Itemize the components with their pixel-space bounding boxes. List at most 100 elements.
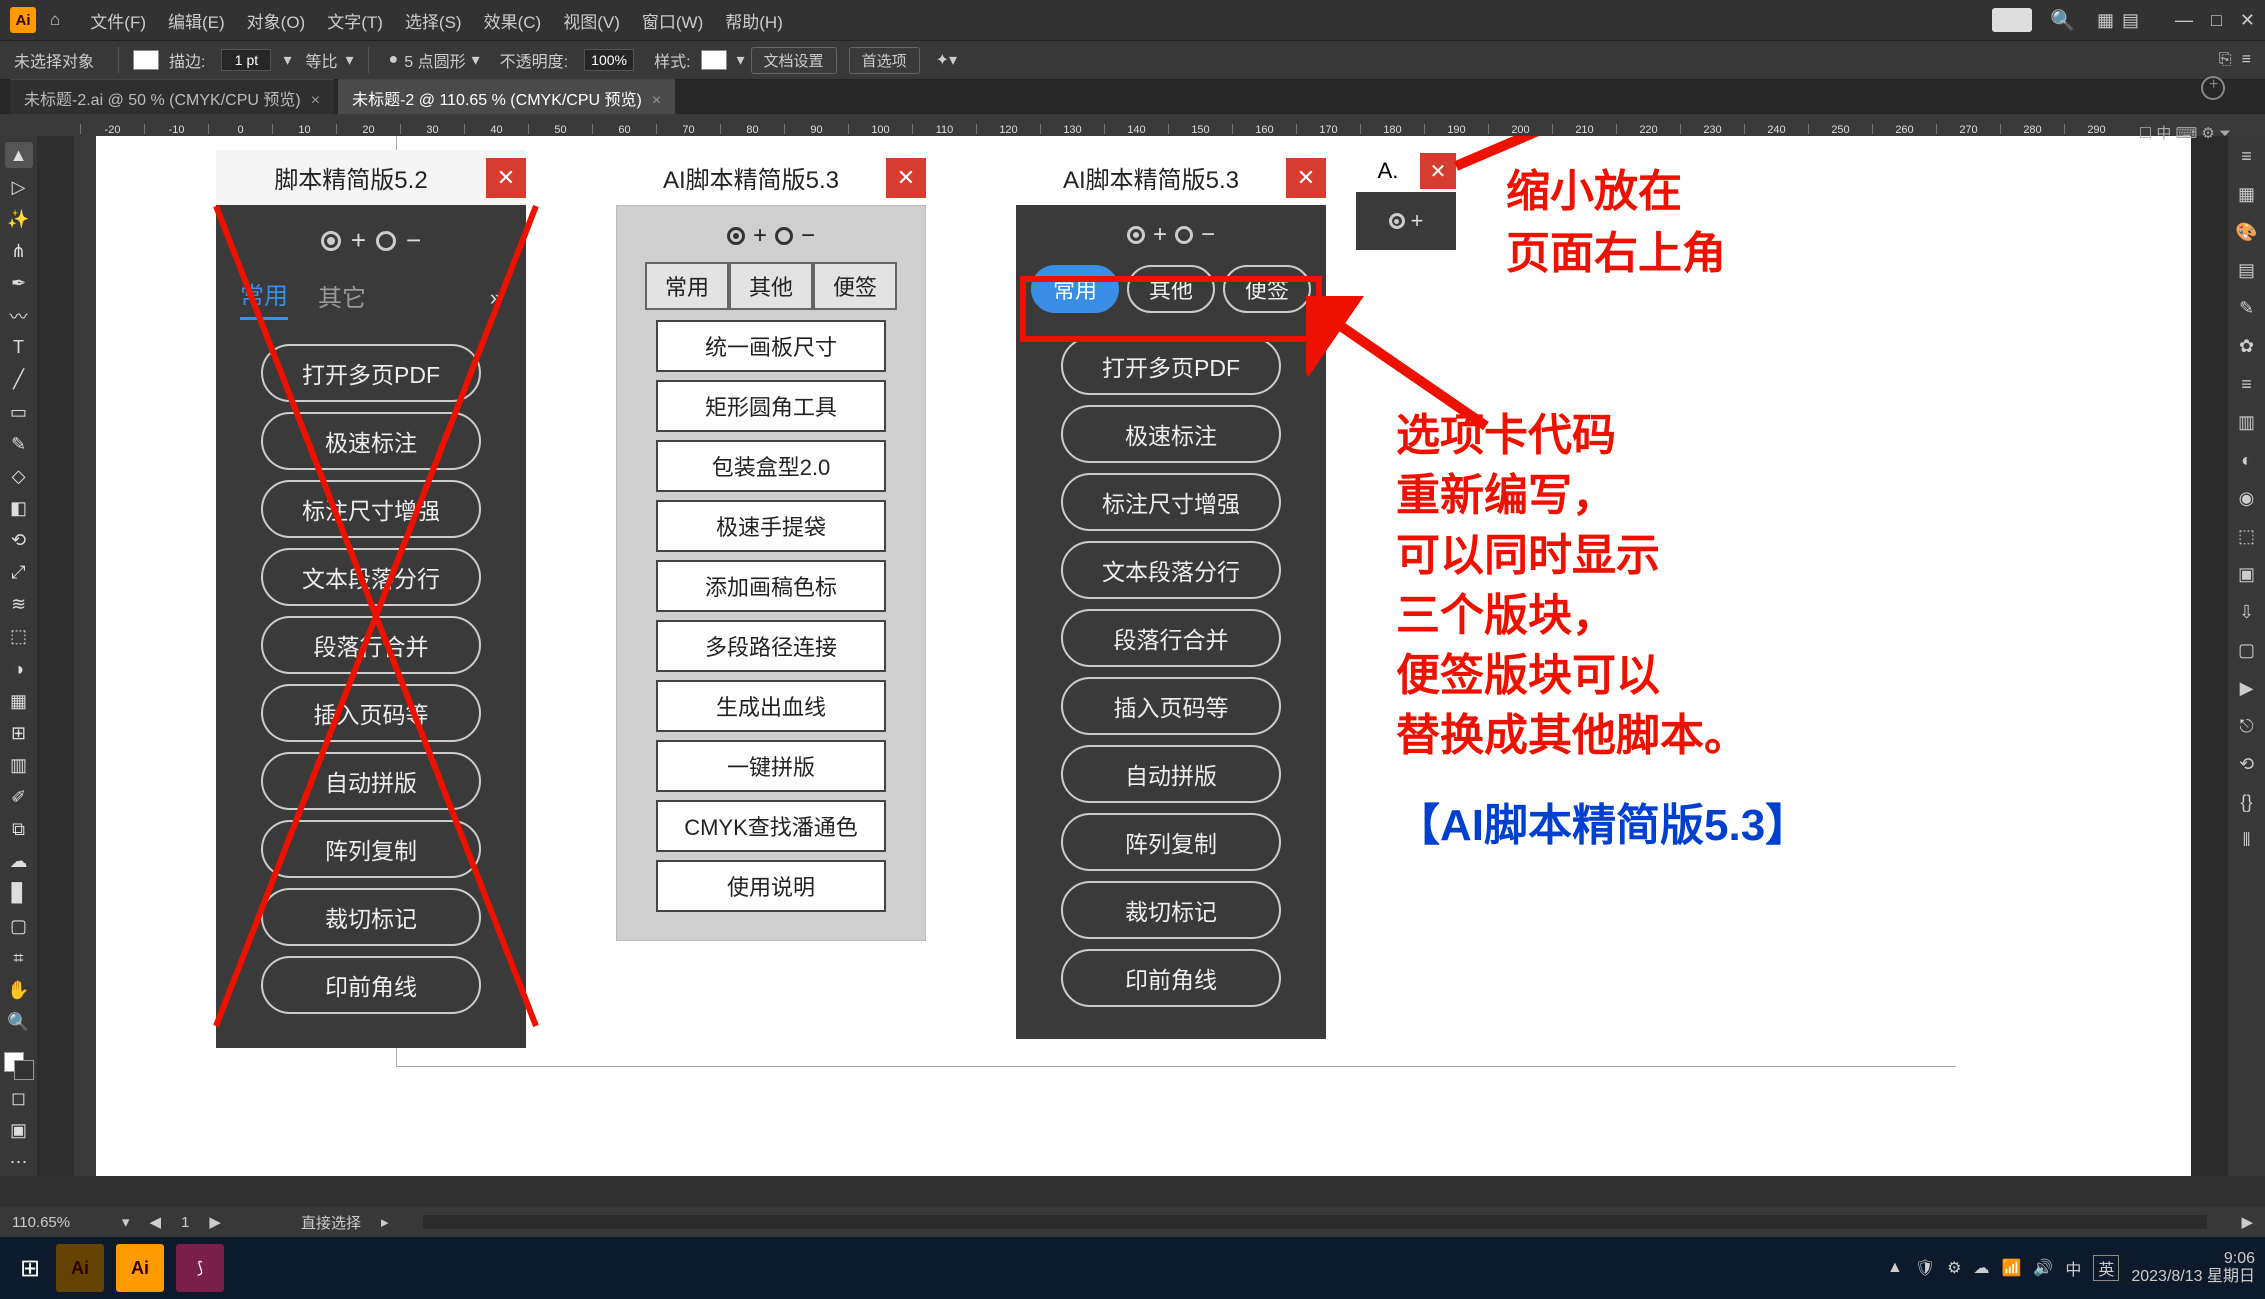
appearance-panel-icon[interactable]: ◉	[2233, 484, 2261, 512]
panel-collapse-icon-2[interactable]: ≡	[2242, 51, 2251, 69]
links-panel-icon[interactable]: ⎋	[2233, 712, 2261, 740]
window-maximize-icon[interactable]: □	[2211, 10, 2222, 31]
window-close-icon[interactable]: ✕	[2240, 10, 2255, 31]
blend-tool-icon[interactable]: ⧉	[5, 817, 33, 843]
panel53d-btn-8[interactable]: 裁切标记	[1061, 881, 1281, 939]
doc-tab-2[interactable]: 未标题-2 @ 110.65 % (CMYK/CPU 预览)×	[338, 79, 675, 116]
libraries-panel-icon[interactable]: ▦	[2233, 180, 2261, 208]
panel53l-btn-4[interactable]: 添加画稿色标	[656, 560, 886, 612]
panel53d-tab-common[interactable]: 常用	[1031, 265, 1119, 313]
artboards-panel-icon[interactable]: ▢	[2233, 636, 2261, 664]
panelmini-close-button[interactable]: ✕	[1420, 153, 1456, 189]
zoom-level[interactable]: 110.65%	[12, 1214, 102, 1231]
panel53l-btn-9[interactable]: 使用说明	[656, 860, 886, 912]
panel52-tab-other[interactable]: 其它	[318, 278, 366, 319]
home-icon[interactable]: ⌂	[50, 10, 60, 30]
panel52-toggle-row[interactable]: +−	[226, 219, 516, 270]
close-tab-icon[interactable]: ×	[311, 92, 320, 109]
line-tool-icon[interactable]: ╱	[5, 367, 33, 393]
graph-tool-icon[interactable]: ▊	[5, 881, 33, 907]
scale-tool-icon[interactable]: ⤢	[5, 560, 33, 586]
menu-file[interactable]: 文件(F)	[90, 8, 146, 33]
stroke-panel-icon[interactable]: ≡	[2233, 370, 2261, 398]
brush-tool-icon[interactable]: ✎	[5, 431, 33, 457]
panel53d-btn-6[interactable]: 自动拼版	[1061, 745, 1281, 803]
selection-tool-icon[interactable]: ▲	[5, 142, 33, 168]
panel52-tab-common[interactable]: 常用	[240, 276, 288, 320]
uniform-scale-label[interactable]: 等比	[306, 48, 338, 72]
perspective-tool-icon[interactable]: ▦	[5, 688, 33, 714]
tray-ico-1[interactable]: ▲	[1887, 1259, 1903, 1277]
tray-volume-icon[interactable]: 🔊	[2033, 1258, 2053, 1278]
shape-builder-tool-icon[interactable]: ◑	[5, 656, 33, 682]
shaper-tool-icon[interactable]: ◇	[5, 463, 33, 489]
lasso-tool-icon[interactable]: ⋔	[5, 238, 33, 264]
align-panel-icon[interactable]: ⫴	[2233, 826, 2261, 854]
stroke-weight-input[interactable]	[221, 49, 271, 71]
artboard-nav-next[interactable]: ▶	[209, 1213, 221, 1231]
fill-stroke-swatches[interactable]	[4, 1052, 34, 1080]
menu-object[interactable]: 对象(O)	[247, 8, 306, 33]
direct-select-tool-icon[interactable]: ▷	[5, 174, 33, 200]
symbol-tool-icon[interactable]: ☁	[5, 849, 33, 875]
panel53l-btn-7[interactable]: 一键拼版	[656, 740, 886, 792]
panel52-btn-6[interactable]: 自动拼版	[261, 752, 481, 810]
style-swatch[interactable]	[701, 50, 727, 70]
brushes-panel-icon[interactable]: ✎	[2233, 294, 2261, 322]
panel53l-tab-notes[interactable]: 便签	[813, 262, 897, 310]
actions-panel-icon[interactable]: ▶	[2233, 674, 2261, 702]
panel53l-btn-5[interactable]: 多段路径连接	[656, 620, 886, 672]
history-panel-icon[interactable]: ⟲	[2233, 750, 2261, 778]
panel52-btn-9[interactable]: 印前角线	[261, 956, 481, 1014]
properties-panel-icon[interactable]: ≡	[2233, 142, 2261, 170]
eyedropper-tool-icon[interactable]: ✐	[5, 785, 33, 811]
chevron-right-icon[interactable]: »	[490, 285, 502, 311]
panel52-btn-8[interactable]: 裁切标记	[261, 888, 481, 946]
panel53l-toggle-row[interactable]: +−	[627, 218, 915, 262]
asset-export-panel-icon[interactable]: ⇩	[2233, 598, 2261, 626]
window-minimize-icon[interactable]: —	[2175, 10, 2193, 31]
panel53d-tab-notes[interactable]: 便签	[1223, 265, 1311, 313]
panel53l-close-button[interactable]: ✕	[886, 158, 926, 198]
taskbar-clock[interactable]: 9:06 2023/8/13 星期日	[2131, 1250, 2255, 1285]
tray-ico-5[interactable]: 📶	[2001, 1258, 2021, 1278]
document-canvas[interactable]: 脚本精简版5.2 ✕ +− 常用 其它 » 打开多页PDF 极速标注 标注尺寸增…	[96, 136, 2191, 1176]
doc-tab-1[interactable]: 未标题-2.ai @ 50 % (CMYK/CPU 预览)×	[10, 79, 334, 116]
graphic-styles-panel-icon[interactable]: ⬚	[2233, 522, 2261, 550]
panel52-btn-2[interactable]: 标注尺寸增强	[261, 480, 481, 538]
tray-ico-3[interactable]: ⚙	[1947, 1258, 1961, 1278]
taskbar-app-ai-2[interactable]: Ai	[116, 1244, 164, 1292]
gradient-tool-icon[interactable]: ▥	[5, 752, 33, 778]
layers-panel-icon[interactable]: ▣	[2233, 560, 2261, 588]
panel53d-btn-4[interactable]: 段落行合并	[1061, 609, 1281, 667]
slice-tool-icon[interactable]: ⌗	[5, 945, 33, 971]
rotate-tool-icon[interactable]: ⟲	[5, 528, 33, 554]
wand-tool-icon[interactable]: ✨	[5, 206, 33, 232]
pen-tool-icon[interactable]: ✒	[5, 271, 33, 297]
menu-help[interactable]: 帮助(H)	[725, 8, 783, 33]
panel-collapse-icon[interactable]: ⎘	[2219, 51, 2232, 69]
taskbar-app-ai-1[interactable]: Ai	[56, 1244, 104, 1292]
panel53l-tab-other[interactable]: 其他	[729, 262, 813, 310]
panel53d-btn-5[interactable]: 插入页码等	[1061, 677, 1281, 735]
rectangle-tool-icon[interactable]: ▭	[5, 399, 33, 425]
opacity-input[interactable]	[584, 49, 634, 71]
menu-view[interactable]: 视图(V)	[563, 8, 620, 33]
menu-window[interactable]: 窗口(W)	[642, 8, 703, 33]
panel53d-btn-9[interactable]: 印前角线	[1061, 949, 1281, 1007]
panel53l-tab-common[interactable]: 常用	[645, 262, 729, 310]
color-panel-icon[interactable]: 🎨	[2233, 218, 2261, 246]
panel52-btn-5[interactable]: 插入页码等	[261, 684, 481, 742]
panel53l-btn-3[interactable]: 极速手提袋	[656, 500, 886, 552]
panel52-btn-4[interactable]: 段落行合并	[261, 616, 481, 674]
panel52-btn-1[interactable]: 极速标注	[261, 412, 481, 470]
cloud-sync-icon[interactable]: +	[2201, 76, 2225, 100]
swatches-panel-icon[interactable]: ▤	[2233, 256, 2261, 284]
width-tool-icon[interactable]: ≋	[5, 592, 33, 618]
scroll-right-icon[interactable]: ▶	[2241, 1213, 2253, 1231]
taskbar-app-3[interactable]: ⟆	[176, 1244, 224, 1292]
tray-ico-4[interactable]: ☁	[1973, 1258, 1989, 1278]
panel53d-btn-2[interactable]: 标注尺寸增强	[1061, 473, 1281, 531]
eraser-tool-icon[interactable]: ◧	[5, 495, 33, 521]
search-icon[interactable]: 🔍	[2050, 8, 2075, 33]
